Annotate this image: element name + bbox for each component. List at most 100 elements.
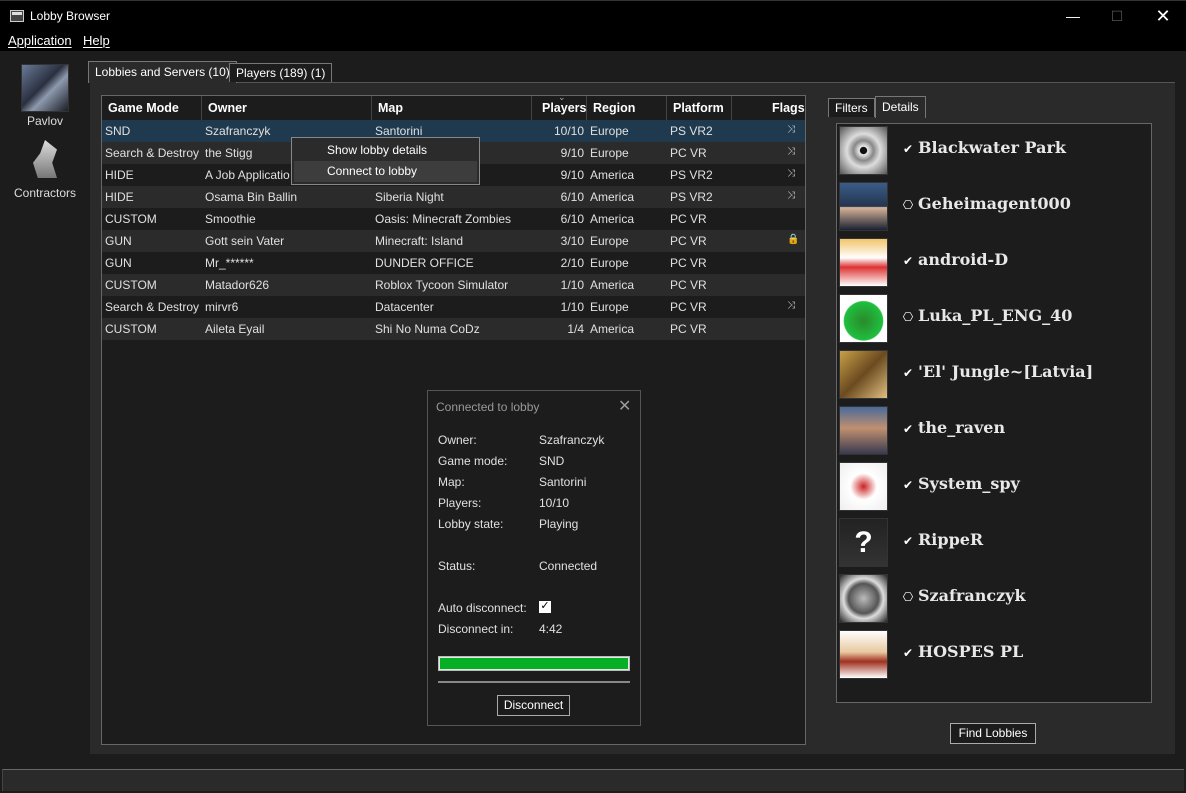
maximize-button[interactable]: ☐ [1094, 1, 1140, 31]
player-list-item[interactable]: ✔ 'El' Jungle~[Latvia] [839, 350, 1139, 400]
dialog-close-icon[interactable]: ✕ [618, 396, 631, 416]
table-row[interactable]: GUN Gott sein Vater Minecraft: Island Europ… [102, 230, 805, 252]
column-header-game-mode[interactable]: Game Mode [102, 96, 202, 120]
table-row[interactable]: Search & Destroy mirvr6 Datacenter Europe PC… [102, 296, 805, 318]
table-row[interactable]: HIDE Osama Bin Ballin Siberia Night America… [102, 186, 805, 208]
menu-item-show-lobby-details[interactable]: Show lobby details [294, 140, 477, 161]
player-avatar: ? [839, 518, 888, 567]
cell-players: 2/10 [560, 256, 584, 270]
owner-value: Szafranczyk [539, 433, 605, 447]
player-list-item[interactable]: ✔ android-D [839, 238, 1139, 288]
lock-icon: 🔒 [787, 234, 800, 245]
steam-icon: ✔ [902, 366, 914, 380]
game-mode-value: SND [539, 454, 565, 468]
player-name: 'El' Jungle~[Latvia] [918, 362, 1094, 381]
player-list-item[interactable]: ✔ the_raven [839, 406, 1139, 456]
status-label: Status: [438, 559, 476, 573]
cell-players: 10/10 [553, 124, 584, 138]
player-avatar [839, 182, 888, 231]
cell-platform: PC VR [670, 212, 707, 226]
players-value: 10/10 [539, 496, 570, 510]
player-list-item[interactable]: ✔ HOSPES PL [839, 630, 1139, 680]
cell-platform: PC VR [670, 146, 707, 160]
cell-map: DUNDER OFFICE [375, 256, 474, 270]
window-title: Lobby Browser [30, 9, 111, 23]
cell-region: America [590, 212, 635, 226]
disconnect-button[interactable]: Disconnect [497, 695, 570, 716]
tab-filters[interactable]: Filters [828, 98, 875, 117]
cell-region: America [590, 168, 635, 182]
cell-game-mode: GUN [105, 256, 132, 270]
table-row[interactable]: CUSTOM Smoothie Oasis: Minecraft Zombies Am… [102, 208, 805, 230]
cell-players: 9/10 [560, 168, 584, 182]
cell-owner: Aileta Eyail [205, 322, 265, 336]
progress-fill [440, 658, 628, 669]
cell-players: 6/10 [560, 212, 584, 226]
player-avatar [839, 126, 888, 175]
sidebar-item-label: Contractors [13, 186, 77, 200]
cell-region: Europe [590, 300, 629, 314]
cell-map: Santorini [375, 124, 423, 138]
minimize-button[interactable]: — [1050, 1, 1096, 31]
table-row[interactable]: CUSTOM Aileta Eyail Shi No Numa CoDz Americ… [102, 318, 805, 340]
owner-label: Owner: [438, 433, 477, 447]
dialog-divider [438, 681, 630, 683]
cell-platform: PC VR [670, 300, 707, 314]
cell-owner: Smoothie [205, 212, 256, 226]
cell-game-mode: SND [105, 124, 131, 138]
player-list-item[interactable]: ⎔ Luka_PL_ENG_40 [839, 294, 1139, 344]
cell-game-mode: HIDE [105, 190, 134, 204]
menu-help[interactable]: Help [83, 33, 110, 48]
cell-region: Europe [590, 256, 629, 270]
cell-platform: PS VR2 [670, 168, 713, 182]
auto-disconnect-checkbox[interactable]: ✓ [539, 601, 551, 613]
find-lobbies-button[interactable]: Find Lobbies [950, 723, 1036, 744]
tab-players[interactable]: Players (189) (1) [229, 63, 333, 82]
player-list-item[interactable]: ✔ System_spy [839, 462, 1139, 512]
menu-application[interactable]: Application [8, 33, 72, 48]
game-sidebar: Pavlov Contractors [0, 51, 90, 769]
player-name: Luka_PL_ENG_40 [918, 306, 1073, 325]
playstation-icon: ⎔ [902, 198, 914, 212]
cell-region: Europe [590, 234, 629, 248]
status-bar [2, 769, 1184, 791]
cell-owner: Mr_****** [205, 256, 254, 270]
column-header-flags[interactable]: Flags [732, 96, 805, 120]
table-row[interactable]: GUN Mr_****** DUNDER OFFICE Europe PC VR 2/10 [102, 252, 805, 274]
table-row[interactable]: CUSTOM Matador626 Roblox Tycoon Simulator A… [102, 274, 805, 296]
close-button[interactable]: ✕ [1140, 1, 1186, 31]
player-list-item[interactable]: ? ✔ RippeR [839, 518, 1139, 568]
playstation-icon: ⎔ [902, 590, 914, 604]
lobby-state-label: Lobby state: [438, 517, 504, 531]
context-menu: Show lobby details Connect to lobby [291, 137, 480, 185]
cell-region: Europe [590, 146, 629, 160]
cell-game-mode: CUSTOM [105, 322, 157, 336]
sidebar-item-contractors[interactable]: Contractors [0, 136, 90, 200]
cell-owner: mirvr6 [205, 300, 239, 314]
cell-players: 1/10 [560, 300, 584, 314]
player-list-item[interactable]: ⎔ Geheimagent000 [839, 182, 1139, 232]
title-bar: Lobby Browser — ☐ ✕ [0, 0, 1186, 31]
column-header-owner[interactable]: Owner [202, 96, 372, 120]
table-header: Game Mode Owner Map Players ⌄ Region Pla… [102, 92, 805, 120]
player-list-item[interactable]: ⎔ Szafranczyk [839, 574, 1139, 624]
menu-item-connect-to-lobby[interactable]: Connect to lobby [294, 161, 477, 182]
status-value: Connected [539, 559, 598, 573]
column-header-region[interactable]: Region [587, 96, 667, 120]
column-header-map[interactable]: Map [372, 96, 532, 120]
cell-owner: Szafranczyk [205, 124, 271, 138]
cell-map: Siberia Night [375, 190, 444, 204]
player-avatar [839, 406, 888, 455]
disconnect-progress-bar [438, 656, 630, 671]
dialog-title: Connected to lobby [436, 400, 540, 414]
auto-disconnect-label: Auto disconnect: [438, 601, 527, 615]
cell-region: America [590, 190, 635, 204]
players-label: Players: [438, 496, 482, 510]
tab-lobbies[interactable]: Lobbies and Servers (10) [88, 61, 237, 83]
disconnect-in-label: Disconnect in: [438, 622, 514, 636]
cell-game-mode: Search & Destroy [105, 300, 200, 314]
player-list-item[interactable]: ✔ Blackwater Park [839, 126, 1139, 176]
tab-details[interactable]: Details [875, 96, 926, 118]
column-header-platform[interactable]: Platform [667, 96, 732, 120]
sidebar-item-pavlov[interactable]: Pavlov [0, 64, 90, 128]
